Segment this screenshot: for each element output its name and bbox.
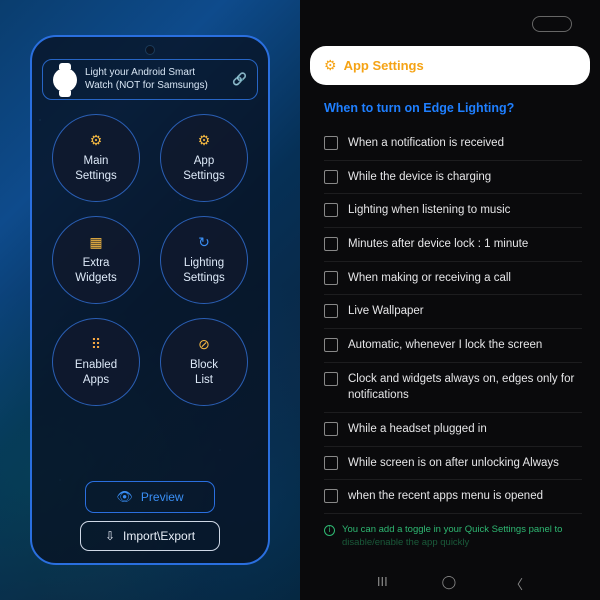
extra-widgets-button[interactable]: ▦ Extra Widgets	[52, 216, 140, 304]
label-line1: Enabled	[75, 358, 117, 374]
option-clock-widgets[interactable]: Clock and widgets always on, edges only …	[324, 363, 582, 413]
option-label: When making or receiving a call	[348, 270, 511, 287]
checkbox[interactable]	[324, 203, 338, 217]
nav-bar: III ◯ 〈	[300, 574, 600, 593]
checkbox[interactable]	[324, 489, 338, 503]
watch-icon	[53, 68, 77, 92]
option-label: When a notification is received	[348, 135, 504, 152]
checkbox[interactable]	[324, 271, 338, 285]
option-headset[interactable]: While a headset plugged in	[324, 413, 582, 447]
tip-line2: disable/enable the app quickly	[342, 537, 469, 548]
link-icon: 🔗	[232, 72, 247, 87]
app-settings-screen: ⚙ App Settings When to turn on Edge Ligh…	[300, 0, 600, 600]
settings-content: When to turn on Edge Lighting? When a no…	[310, 101, 590, 554]
checkbox[interactable]	[324, 338, 338, 352]
lighting-settings-button[interactable]: ↻ Lighting Settings	[160, 216, 248, 304]
recents-button[interactable]: III	[377, 574, 388, 593]
preview-button[interactable]: 👁 Preview	[85, 481, 215, 513]
import-export-button[interactable]: ⇩ Import\Export	[80, 521, 220, 551]
download-icon: ⇩	[105, 529, 115, 543]
apps-icon: ⠿	[91, 335, 101, 354]
banner-text: Light your Android Smart Watch (NOT for …	[85, 67, 224, 92]
block-list-button[interactable]: ⊘ Block List	[160, 318, 248, 406]
label-line2: Settings	[75, 169, 117, 185]
import-export-label: Import\Export	[123, 529, 195, 543]
block-icon: ⊘	[198, 335, 210, 354]
option-label: Clock and widgets always on, edges only …	[348, 371, 582, 404]
label-line1: Extra	[83, 256, 110, 272]
main-settings-button[interactable]: ⚙ Main Settings	[52, 114, 140, 202]
option-label: While the device is charging	[348, 169, 491, 186]
label-line2: Widgets	[75, 271, 117, 287]
label-line2: Settings	[183, 271, 225, 287]
option-auto-lock[interactable]: Automatic, whenever I lock the screen	[324, 329, 582, 363]
menu-grid: ⚙ Main Settings ⚙ App Settings ▦ Extra W…	[52, 114, 248, 406]
label-line1: App	[194, 154, 214, 170]
label-line2: Apps	[83, 373, 109, 389]
option-recent-apps[interactable]: when the recent apps menu is opened	[324, 480, 582, 514]
option-label: Automatic, whenever I lock the screen	[348, 337, 542, 354]
option-call[interactable]: When making or receiving a call	[324, 262, 582, 296]
option-minutes-lock[interactable]: Minutes after device lock : 1 minute	[324, 228, 582, 262]
bottom-actions: 👁 Preview ⇩ Import\Export	[42, 481, 258, 551]
label-line2: Settings	[183, 169, 225, 185]
checkbox[interactable]	[324, 237, 338, 251]
label-line1: Main	[84, 154, 109, 170]
front-camera	[145, 45, 155, 55]
app-settings-button[interactable]: ⚙ App Settings	[160, 114, 248, 202]
option-after-unlock[interactable]: While screen is on after unlocking Alway…	[324, 447, 582, 481]
checkbox[interactable]	[324, 170, 338, 184]
label-line1: Lighting	[184, 256, 224, 272]
label-line2: List	[195, 373, 213, 389]
checkbox[interactable]	[324, 372, 338, 386]
label-line1: Block	[190, 358, 218, 374]
info-icon: i	[324, 525, 335, 536]
option-label: when the recent apps menu is opened	[348, 488, 543, 505]
option-music[interactable]: Lighting when listening to music	[324, 194, 582, 228]
option-live-wallpaper[interactable]: Live Wallpaper	[324, 295, 582, 329]
option-notification[interactable]: When a notification is received	[324, 127, 582, 161]
checkbox[interactable]	[324, 136, 338, 150]
refresh-icon: ↻	[198, 233, 210, 252]
gear-icon: ⚙	[90, 131, 103, 150]
option-label: While screen is on after unlocking Alway…	[348, 455, 559, 472]
widgets-icon: ▦	[89, 233, 102, 252]
option-label: Lighting when listening to music	[348, 202, 510, 219]
option-charging[interactable]: While the device is charging	[324, 161, 582, 195]
quick-settings-tip: i You can add a toggle in your Quick Set…	[324, 514, 582, 554]
option-label: While a headset plugged in	[348, 421, 487, 438]
checkbox[interactable]	[324, 456, 338, 470]
settings-header: ⚙ App Settings	[310, 46, 590, 85]
eye-icon: 👁	[116, 489, 133, 505]
option-label: Live Wallpaper	[348, 303, 424, 320]
main-menu-screen: Light your Android Smart Watch (NOT for …	[0, 0, 300, 600]
preview-label: Preview	[141, 490, 184, 504]
page-title: App Settings	[344, 58, 424, 73]
gear-icon: ⚙	[198, 131, 211, 150]
section-title: When to turn on Edge Lighting?	[324, 101, 582, 115]
checkbox[interactable]	[324, 422, 338, 436]
enabled-apps-button[interactable]: ⠿ Enabled Apps	[52, 318, 140, 406]
phone-frame: Light your Android Smart Watch (NOT for …	[30, 35, 270, 565]
gear-icon: ⚙	[324, 57, 337, 74]
status-bar	[310, 12, 590, 46]
back-button[interactable]: 〈	[510, 574, 523, 593]
status-pill	[532, 16, 572, 32]
home-button[interactable]: ◯	[442, 574, 457, 593]
checkbox[interactable]	[324, 304, 338, 318]
tip-line1: You can add a toggle in your Quick Setti…	[342, 524, 562, 535]
option-label: Minutes after device lock : 1 minute	[348, 236, 528, 253]
smartwatch-banner[interactable]: Light your Android Smart Watch (NOT for …	[42, 59, 258, 100]
